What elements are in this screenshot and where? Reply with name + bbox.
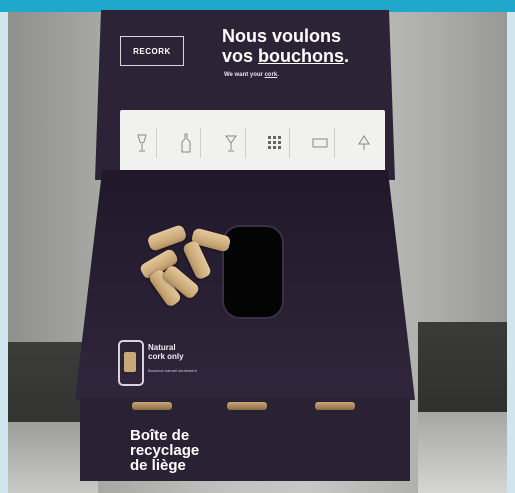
grid-icon [261,128,291,158]
natural-label-line-2: cork only [148,352,184,361]
sign-headline: Nous voulons vos bouchons. [222,26,382,66]
natural-cork-sublabel: Bouchon naturel seulement [148,368,197,373]
natural-label-line-1: Natural [148,343,176,352]
box-icon [306,128,335,158]
wine-glass-icon [128,128,157,158]
phone-cork-icon [124,352,136,372]
frame-right-border [507,12,515,493]
phone-icon [118,340,144,386]
cork-drop-slot [222,225,284,319]
tree-icon [350,128,378,158]
icon-strip [120,110,385,172]
headline-line-2: vos bouchons. [222,46,382,66]
headline-line-2-suffix: . [344,46,350,66]
handle-right [315,402,355,410]
headline-line-2-emph: bouchons [258,46,345,66]
subline-prefix: We want your [224,72,265,78]
headline-line-2-prefix: vos [222,46,259,66]
subline-emph: cork [264,72,278,78]
front-title-line-2: recyclage [130,442,200,459]
handle-left [132,402,172,410]
recork-logo: RECORK [120,36,184,66]
front-title-line-3: de liège [130,457,186,474]
natural-cork-label: Natural cork only [148,343,208,361]
strip-icons [128,128,378,158]
front-title-line-1: Boîte de [130,427,190,444]
bottle-icon [172,128,202,158]
subline-suffix: . [277,72,279,78]
front-title: Boîte de recyclage de liège [130,428,270,473]
frame-left-border [0,12,8,493]
glass-icon [217,128,246,158]
floor-right-light [418,412,507,493]
headline-line-1: Nous voulons [222,26,342,46]
sign-subline: We want your cork. [224,72,364,78]
handle-center [227,402,267,410]
